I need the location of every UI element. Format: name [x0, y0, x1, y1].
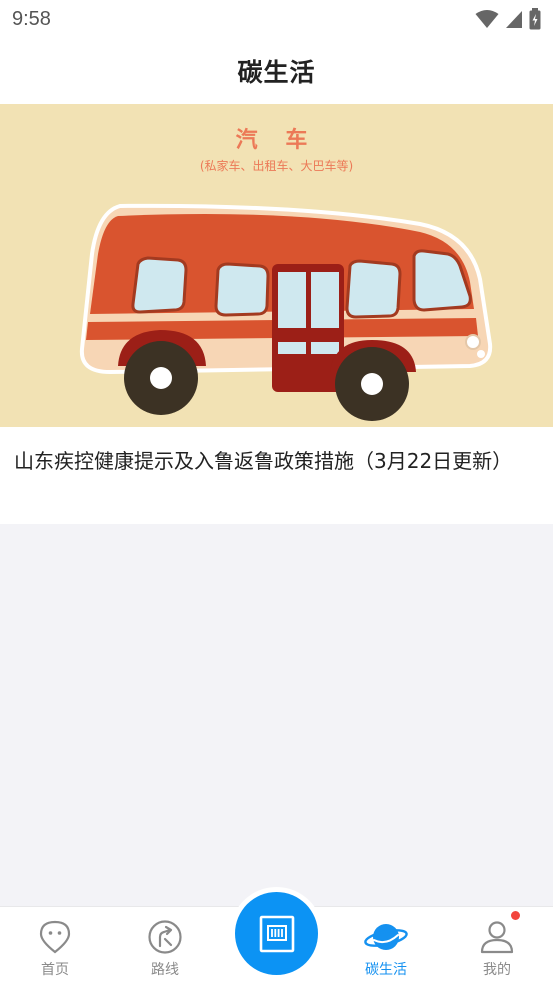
nav-item-route[interactable]: 路线 — [110, 907, 220, 984]
article-banner-image[interactable]: 汽 车 (私家车、出租车、大巴车等) — [0, 104, 553, 427]
status-icons — [475, 8, 541, 30]
route-arrow-icon — [148, 920, 182, 954]
page-title: 碳生活 — [237, 58, 316, 87]
scan-card-icon — [259, 915, 294, 952]
nav-label-home: 首页 — [41, 962, 69, 978]
nav-item-home[interactable]: 首页 — [0, 907, 110, 984]
center-scan-button[interactable] — [235, 892, 318, 975]
map-pin-icon — [39, 920, 71, 954]
nav-item-carbon-life[interactable]: 碳生活 — [331, 907, 441, 984]
article-card[interactable]: 汽 车 (私家车、出租车、大巴车等) 山东疾控健康提示及入鲁返鲁政策措施（3月2… — [0, 104, 553, 524]
status-time: 9:58 — [12, 7, 51, 30]
battery-icon — [529, 8, 541, 30]
nav-label-carbon-life: 碳生活 — [365, 962, 407, 978]
article-title[interactable]: 山东疾控健康提示及入鲁返鲁政策措施（3月22日更新） — [14, 447, 540, 475]
wifi-icon — [475, 10, 499, 28]
nav-label-route: 路线 — [151, 962, 179, 978]
status-bar: 9:58 — [0, 0, 553, 38]
screen: 9:58 碳生活 汽 车 (私家车、出租车、大巴车等) 山东疾控健康提示及入鲁返… — [0, 0, 553, 984]
notification-badge — [511, 911, 520, 920]
title-bar: 碳生活 — [0, 38, 553, 104]
planet-icon — [364, 924, 408, 950]
signal-icon — [506, 11, 522, 28]
user-icon — [480, 921, 514, 954]
banner-subtitle: (私家车、出租车、大巴车等) — [199, 159, 354, 173]
nav-label-mine: 我的 — [483, 962, 511, 978]
nav-item-mine[interactable]: 我的 — [442, 907, 552, 984]
banner-title: 汽 车 — [235, 128, 318, 153]
